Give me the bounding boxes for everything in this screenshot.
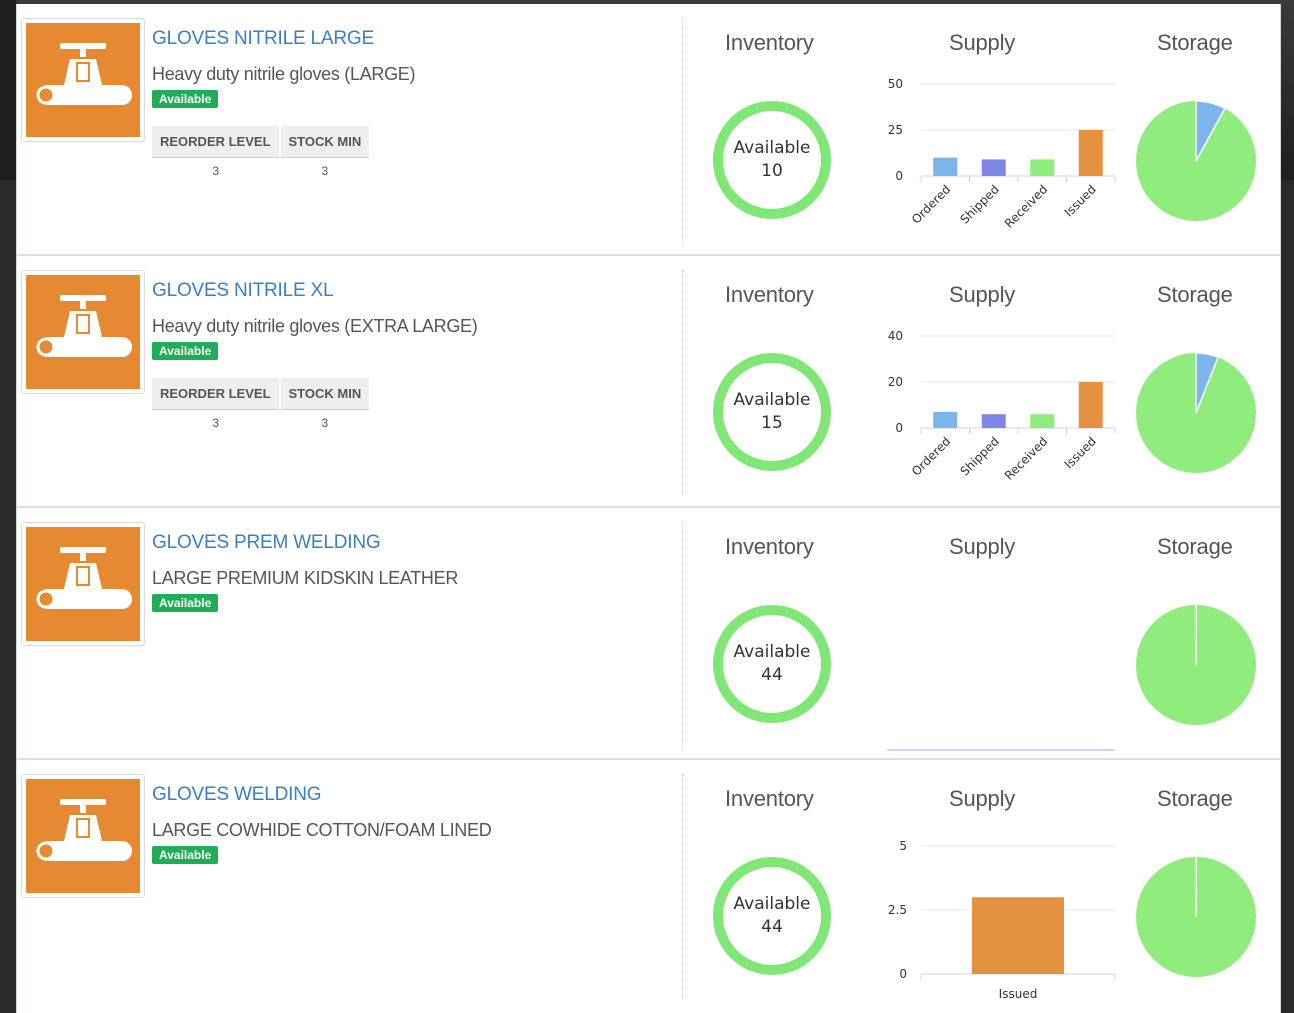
available-label: Available [733,642,811,662]
storage-header: Storage [1157,30,1233,55]
bar-received [1030,414,1055,428]
y-tick-label: 50 [888,77,903,91]
y-tick-label: 0 [895,421,903,435]
bar-ordered [933,411,958,428]
y-tick-label: 5 [899,839,907,853]
bar-issued [1078,382,1103,428]
y-tick-label: 20 [888,375,903,389]
y-tick-label: 40 [888,329,903,343]
item-title[interactable]: GLOVES NITRILE LARGE [152,28,374,50]
available-value: 15 [761,413,783,433]
item-thumbnail[interactable] [21,774,145,898]
supply-chart: 0 20 40 Ordered Shipped Received Issued [888,329,1116,483]
x-tick-label: Issued [999,987,1038,1001]
supply-chart: 0 2.5 5 Issued [888,839,1116,1001]
available-label: Available [733,894,811,914]
status-badge: Available [152,90,219,108]
divider [682,18,683,244]
bar-shipped [981,159,1006,176]
supply-chart: 0 25 50 Ordered Shipped Received Issued [888,77,1116,231]
storage-header: Storage [1157,786,1233,811]
levels-table: REORDER LEVEL STOCK MIN 3 3 [152,378,372,436]
stock-min-value: 3 [321,416,329,430]
item-thumbnail[interactable] [21,270,145,394]
available-value: 44 [761,917,783,937]
supply-header: Supply [949,786,1016,811]
available-label: Available [733,138,811,158]
y-tick-label: 2.5 [888,903,907,917]
supply-header: Supply [949,30,1016,55]
bar-received [1030,159,1055,176]
inventory-ring: Available 44 [712,856,832,976]
bar-shipped [981,414,1006,428]
bar-issued [972,897,1064,974]
item-description: LARGE COWHIDE COTTON/FOAM LINED [152,820,492,840]
inventory-header: Inventory [725,282,814,307]
bar-issued [1078,130,1103,176]
stock-min-header: STOCK MIN [279,378,372,410]
list-item: GLOVES NITRILE LARGE Heavy duty nitrile … [17,4,1280,256]
storage-pie [1136,100,1256,221]
inventory-header: Inventory [725,786,814,811]
storage-header: Storage [1157,534,1233,559]
storage-pie [1136,352,1256,473]
x-tick-label: Received [1002,182,1051,231]
divider [682,522,683,748]
x-tick-label: Shipped [957,182,1001,226]
reorder-level-value: 3 [212,164,220,178]
divider [682,270,683,496]
list-item: GLOVES NITRILE XL Heavy duty nitrile glo… [17,256,1280,508]
stock-min-header: STOCK MIN [279,126,372,158]
inventory-list: GLOVES NITRILE LARGE Heavy duty nitrile … [16,4,1281,1013]
list-item: GLOVES WELDING LARGE COWHIDE COTTON/FOAM… [17,760,1280,1013]
inventory-ring: Available 10 [712,100,832,220]
background-left [0,0,16,180]
storage-header: Storage [1157,282,1233,307]
bar-ordered [933,157,958,176]
reorder-level-header: REORDER LEVEL [152,126,281,158]
item-title[interactable]: GLOVES NITRILE XL [152,280,334,302]
reorder-level-value: 3 [212,416,220,430]
valve-icon [26,527,140,641]
valve-icon [26,779,140,893]
available-value: 10 [761,161,783,181]
storage-pie [1136,604,1256,725]
status-badge: Available [152,846,219,864]
item-title[interactable]: GLOVES PREM WELDING [152,532,381,554]
item-description: Heavy duty nitrile gloves (EXTRA LARGE) [152,316,478,336]
stock-min-value: 3 [321,164,329,178]
inventory-ring: Available 44 [712,604,832,724]
levels-table: REORDER LEVEL STOCK MIN 3 3 [152,126,372,184]
supply-header: Supply [949,534,1016,559]
x-tick-label: Issued [1062,182,1099,219]
x-tick-label: Ordered [909,434,953,478]
storage-pie [1136,856,1256,977]
item-thumbnail[interactable] [21,522,145,646]
status-badge: Available [152,594,219,612]
item-thumbnail[interactable] [21,18,145,142]
valve-icon [26,23,140,137]
inventory-header: Inventory [725,30,814,55]
supply-chart [887,749,1115,751]
y-tick-label: 0 [899,967,907,981]
item-title[interactable]: GLOVES WELDING [152,784,321,806]
inventory-header: Inventory [725,534,814,559]
status-badge: Available [152,342,219,360]
item-description: Heavy duty nitrile gloves (LARGE) [152,64,416,84]
valve-icon [26,275,140,389]
available-label: Available [733,390,811,410]
x-tick-label: Shipped [957,434,1001,478]
reorder-level-header: REORDER LEVEL [152,378,281,410]
divider [682,774,683,1000]
y-tick-label: 0 [895,169,903,183]
list-item: GLOVES PREM WELDING LARGE PREMIUM KIDSKI… [17,508,1280,760]
available-value: 44 [761,665,783,685]
x-tick-label: Issued [1062,434,1099,471]
inventory-ring: Available 15 [712,352,832,472]
supply-header: Supply [949,282,1016,307]
x-tick-label: Received [1002,434,1051,483]
y-tick-label: 25 [888,123,903,137]
x-tick-label: Ordered [909,182,953,226]
item-description: LARGE PREMIUM KIDSKIN LEATHER [152,568,459,588]
